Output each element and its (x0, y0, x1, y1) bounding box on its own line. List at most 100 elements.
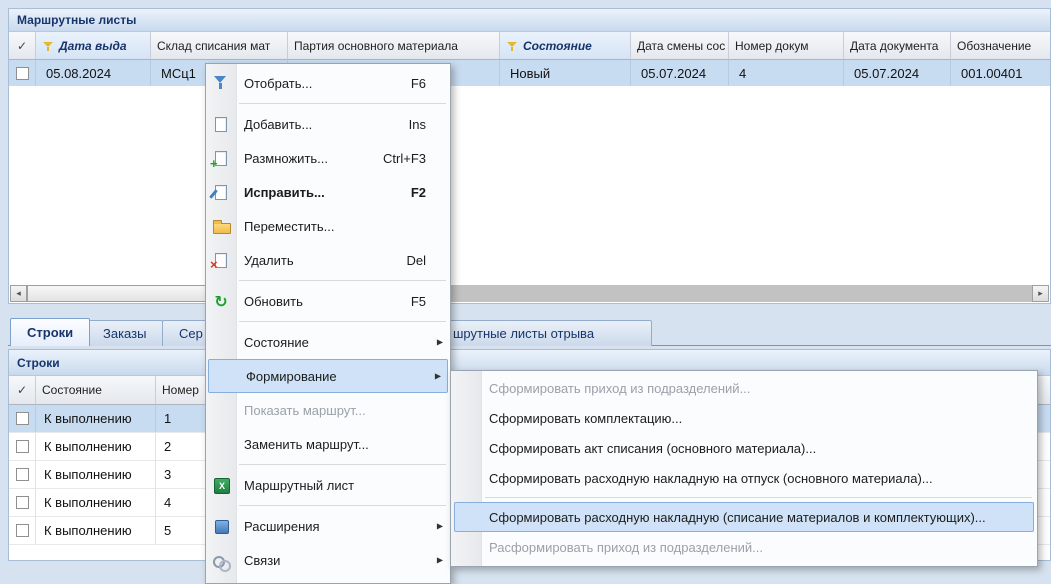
submenu-item[interactable]: Сформировать расходную накладную (списан… (454, 502, 1034, 532)
menu-item-icon (206, 175, 236, 209)
top-column-header[interactable]: Дата выда (36, 32, 151, 60)
tab-label: шрутные листы отрыва (453, 326, 594, 341)
tab[interactable]: Строки (10, 318, 90, 346)
menu-item-icon (206, 284, 236, 318)
top-table-row[interactable]: 05.08.2024 МСц1 Новый 05.07.2024 4 05.07… (9, 60, 1050, 86)
row-checkbox[interactable] (16, 468, 29, 481)
tab[interactable]: Заказы (86, 320, 163, 346)
context-menu: Отобрать... F6 Добавить... Ins Размножит… (205, 63, 451, 584)
submenu-item-label: Сформировать комплектацию... (489, 411, 682, 426)
column-header-label: Склад списания мат (157, 39, 270, 53)
table-cell: 05.08.2024 (36, 60, 151, 86)
menu-item-icon (206, 325, 236, 359)
column-header-label: Дата выда (59, 39, 127, 53)
column-header-label: Состояние (523, 39, 592, 53)
row-checkbox[interactable] (16, 412, 29, 425)
menu-item[interactable]: Отобрать... F6 (206, 66, 450, 100)
menu-separator (239, 280, 446, 281)
state-cell: К выполнению (36, 489, 156, 516)
menu-item-icon (206, 66, 236, 100)
top-column-header[interactable]: Состояние (500, 32, 631, 60)
submenu-item[interactable]: Сформировать акт списания (основного мат… (451, 433, 1037, 463)
number-cell: 2 (156, 433, 211, 460)
top-select-all-header[interactable]: ✓ (9, 32, 36, 60)
filter-funnel-icon (42, 40, 55, 52)
row-checkbox[interactable] (16, 440, 29, 453)
submenu-item-label: Сформировать приход из подразделений... (489, 381, 750, 396)
menu-item[interactable]: Удалить Del (206, 243, 450, 277)
menu-separator (239, 464, 446, 465)
submenu-arrow-icon (437, 522, 443, 531)
menu-item[interactable]: Показать маршрут... (206, 393, 450, 427)
bottom-column-header[interactable]: Номер (156, 376, 211, 405)
menu-item[interactable]: Переместить... (206, 209, 450, 243)
submenu-item[interactable]: Сформировать комплектацию... (451, 403, 1037, 433)
menu-item-label: Отобрать... (244, 76, 312, 91)
menu-separator (239, 505, 446, 506)
menu-separator (485, 497, 1032, 498)
column-header-label: Обозначение (957, 39, 1031, 53)
menu-item[interactable]: Исправить... F2 (206, 175, 450, 209)
number-cell: 4 (156, 489, 211, 516)
top-table-header-row: ✓ Дата выда Склад списания мат Партия ос… (9, 32, 1050, 60)
menu-item-label: Состояние (244, 335, 309, 350)
table-cell: 05.07.2024 (631, 60, 729, 86)
menu-item-icon (206, 509, 236, 543)
column-header-label: Партия основного материала (294, 39, 458, 53)
table-cell: 4 (729, 60, 844, 86)
menu-item-label: Переместить... (244, 219, 334, 234)
submenu-item[interactable]: Расформировать приход из подразделений..… (451, 532, 1037, 562)
menu-item-label: Размножить... (244, 151, 328, 166)
table-cell: Новый (500, 60, 631, 86)
row-checkbox[interactable] (16, 524, 29, 537)
scroll-right-icon[interactable] (1032, 285, 1049, 302)
submenu-item-label: Сформировать расходную накладную (списан… (489, 510, 986, 525)
menu-item[interactable]: Расширения (206, 509, 450, 543)
menu-item[interactable]: Состояние (206, 325, 450, 359)
menu-item[interactable]: Формирование (208, 359, 448, 393)
submenu-item-label: Расформировать приход из подразделений..… (489, 540, 763, 555)
horizontal-scrollbar[interactable] (10, 285, 1049, 302)
menu-item-label: Добавить... (244, 117, 312, 132)
row-checkbox[interactable] (16, 67, 29, 80)
menu-item-icon (206, 427, 236, 461)
top-column-header[interactable]: Дата документа (844, 32, 951, 60)
menu-item-label: Обновить (244, 294, 303, 309)
route-sheets-panel: Маршрутные листы ✓ Дата выда Склад списа… (8, 8, 1051, 304)
state-cell: К выполнению (36, 461, 156, 488)
row-checkbox[interactable] (16, 496, 29, 509)
submenu-item-label: Сформировать расходную накладную на отпу… (489, 471, 933, 486)
menu-item-icon (206, 209, 236, 243)
menu-item[interactable]: Обновить F5 (206, 284, 450, 318)
top-column-header[interactable]: Склад списания мат (151, 32, 288, 60)
top-column-header[interactable]: Дата смены сос (631, 32, 729, 60)
formation-submenu: Сформировать приход из подразделений... … (450, 370, 1038, 567)
menu-item[interactable]: Связи (206, 543, 450, 577)
table-cell: 001.00401 (951, 60, 1051, 86)
top-column-header[interactable]: Партия основного материала (288, 32, 500, 60)
top-column-header[interactable]: Обозначение (951, 32, 1051, 60)
tab-label: Заказы (103, 326, 146, 341)
tab[interactable]: шрутные листы отрыва (430, 320, 652, 346)
menu-item[interactable]: Заменить маршрут... (206, 427, 450, 461)
top-column-header[interactable]: Номер докум (729, 32, 844, 60)
submenu-arrow-icon (437, 556, 443, 565)
menu-separator (239, 321, 446, 322)
submenu-item[interactable]: Сформировать приход из подразделений... (451, 373, 1037, 403)
menu-item-icon (208, 359, 238, 393)
menu-item[interactable]: Маршрутный лист (206, 468, 450, 502)
menu-item[interactable]: Размножить... Ctrl+F3 (206, 141, 450, 175)
table-cell: 05.07.2024 (844, 60, 951, 86)
menu-item-label: Удалить (244, 253, 294, 268)
submenu-item-label: Сформировать акт списания (основного мат… (489, 441, 816, 456)
menu-item-shortcut: F6 (411, 76, 426, 91)
scroll-left-icon[interactable] (10, 285, 27, 302)
menu-item-label: Связи (244, 553, 280, 568)
menu-item[interactable]: Добавить... Ins (206, 107, 450, 141)
submenu-item[interactable]: Сформировать расходную накладную на отпу… (451, 463, 1037, 493)
menu-item-shortcut: F2 (411, 185, 426, 200)
bottom-column-header[interactable]: Состояние (36, 376, 156, 405)
bottom-select-all-header[interactable]: ✓ (9, 376, 36, 405)
column-header-label: Номер докум (735, 39, 808, 53)
menu-item-label: Исправить... (244, 185, 325, 200)
